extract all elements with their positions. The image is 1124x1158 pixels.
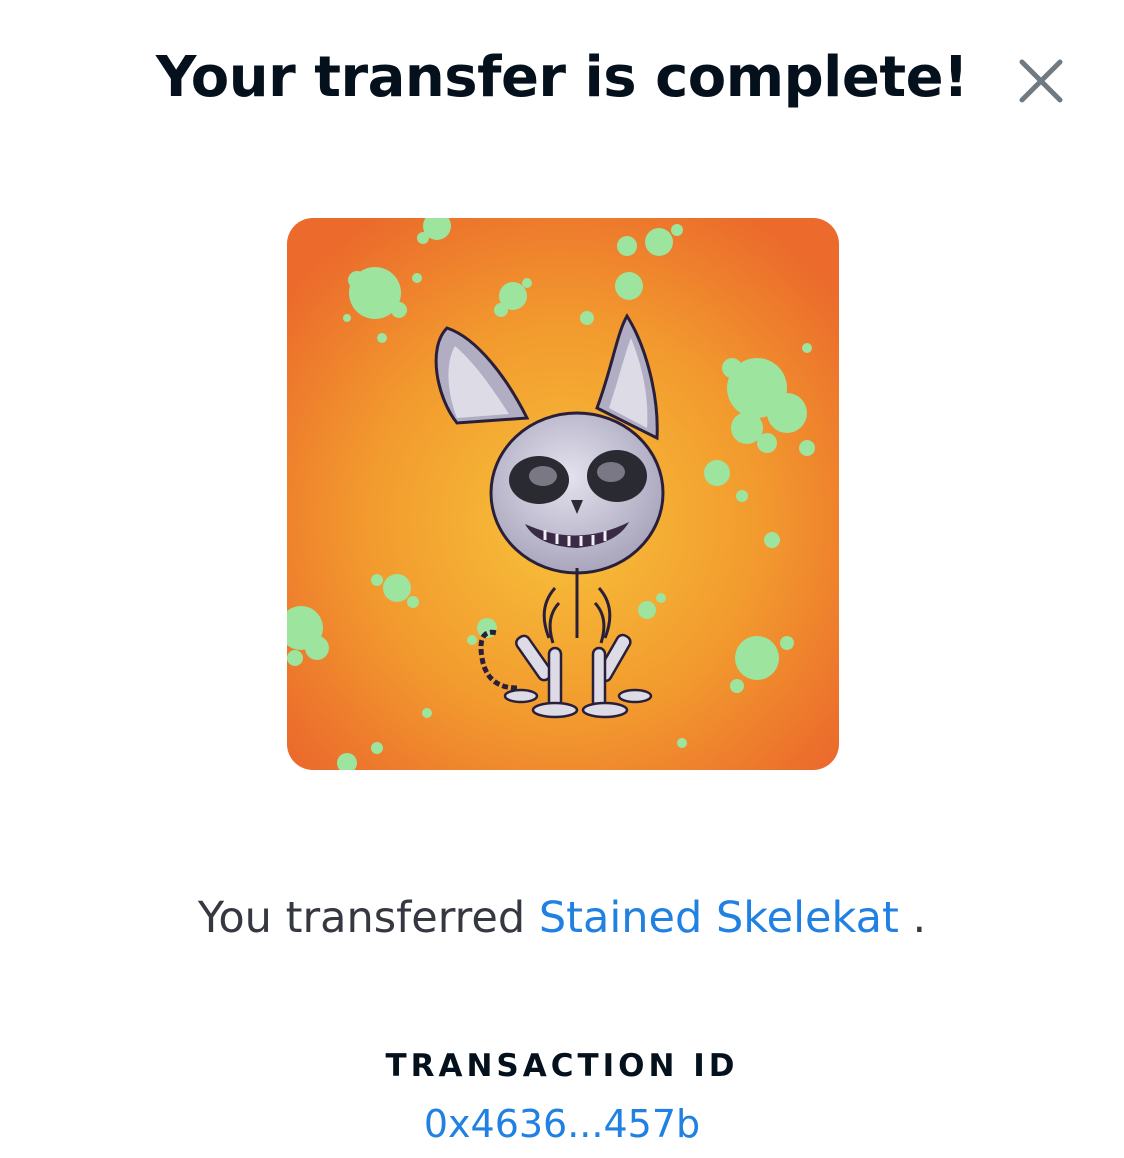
close-icon xyxy=(1019,59,1063,103)
transfer-message-suffix: . xyxy=(912,893,927,943)
transfer-message: You transferred Stained Skelekat . xyxy=(0,888,1124,948)
item-name-link[interactable]: Stained Skelekat xyxy=(539,893,899,943)
modal-title: Your transfer is complete! xyxy=(155,45,969,110)
close-button[interactable] xyxy=(1012,52,1070,110)
transaction-id-link[interactable]: 0x4636...457b xyxy=(424,1102,700,1146)
transfer-message-prefix: You transferred xyxy=(197,893,526,943)
transaction-id-label: TRANSACTION ID xyxy=(385,1048,739,1084)
nft-image xyxy=(287,218,839,770)
transfer-complete-modal: Your transfer is complete! You transferr… xyxy=(0,0,1124,1158)
skeleton-cat-artwork xyxy=(287,218,839,770)
transaction-id: 0x4636...457b xyxy=(0,1098,1124,1150)
